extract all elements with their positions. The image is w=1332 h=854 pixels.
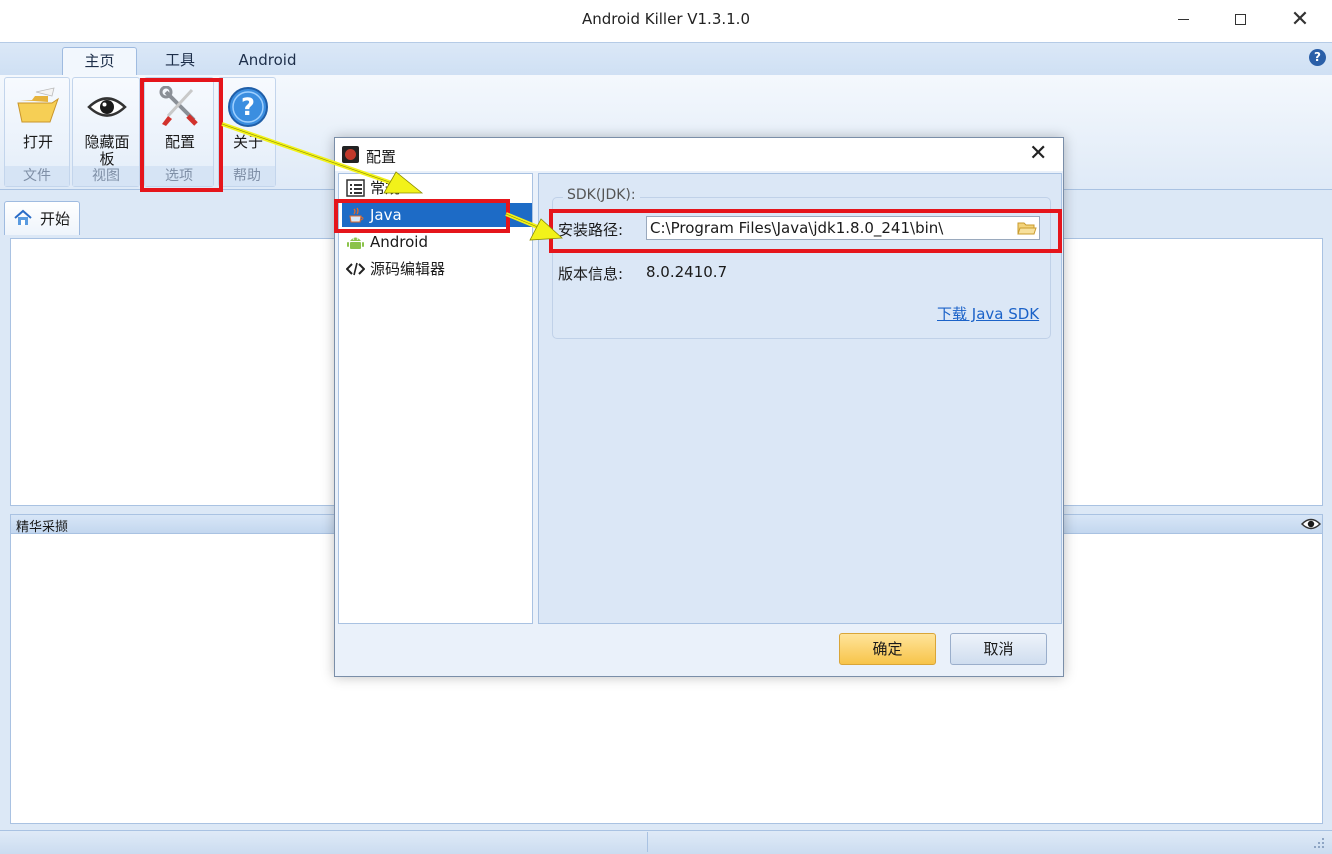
open-button[interactable]: 打开 (10, 86, 66, 151)
nav-item-android-label: Android (370, 233, 428, 251)
app-logo-icon (342, 146, 359, 163)
minimize-icon (1177, 18, 1189, 20)
download-java-sdk-link[interactable]: 下载 Java SDK (937, 303, 1039, 324)
ribbon-tabs: 主页 工具 Android (0, 42, 1332, 76)
nav-item-code-editor[interactable]: 源码编辑器 (342, 257, 532, 281)
group-label-view: 视图 (73, 166, 139, 186)
status-separator (647, 832, 648, 852)
nav-item-android[interactable]: Android (342, 230, 532, 254)
help-question-icon[interactable]: ? (1309, 49, 1326, 66)
highlight-install-path (549, 209, 1062, 253)
highlight-java-nav (334, 199, 510, 233)
highlight-config-button (140, 78, 223, 192)
group-label-help: 帮助 (219, 166, 275, 186)
version-value: 8.0.2410.7 (646, 263, 728, 281)
list-icon (346, 179, 365, 197)
help-icon: ? (228, 87, 268, 127)
window-title: Android Killer V1.3.1.0 (581, 10, 750, 28)
close-icon: ✕ (1290, 6, 1310, 32)
sdk-legend: SDK(JDK): (563, 187, 640, 203)
minimize-button[interactable] (1155, 0, 1211, 38)
open-label: 打开 (22, 133, 53, 151)
ribbon-group-view: 隐藏面板 视图 (72, 77, 140, 187)
ribbon-group-file: 打开 文件 (4, 77, 70, 187)
home-icon (14, 209, 32, 225)
ok-button[interactable]: 确定 (839, 633, 936, 665)
hide-panel-button[interactable]: 隐藏面板 (77, 86, 137, 168)
nav-item-general[interactable]: 常规 (342, 176, 532, 200)
dialog-close-button[interactable]: ✕ (1029, 141, 1047, 166)
maximize-icon (1234, 13, 1246, 25)
tab-start-label: 开始 (40, 210, 71, 228)
hide-panel-label: 隐藏面板 (84, 133, 130, 168)
tab-home[interactable]: 主页 (62, 47, 137, 76)
status-bar (0, 830, 1332, 854)
android-icon (347, 237, 364, 249)
tab-start[interactable]: 开始 (4, 201, 80, 235)
dialog-title-bar: 配置 ✕ (335, 138, 1063, 171)
eye-toggle-icon[interactable] (1301, 517, 1321, 531)
tab-tools[interactable]: 工具 (145, 47, 215, 76)
cancel-button[interactable]: 取消 (950, 633, 1047, 665)
resize-grip-icon[interactable] (1312, 836, 1326, 850)
ribbon-group-help: ? 关于 帮助 (218, 77, 276, 187)
eye-icon (87, 97, 127, 117)
version-label: 版本信息: (558, 265, 624, 283)
nav-item-general-label: 常规 (370, 179, 401, 197)
folder-open-icon (17, 87, 59, 123)
close-button[interactable]: ✕ (1272, 0, 1328, 38)
tab-android[interactable]: Android (225, 47, 310, 76)
about-button[interactable]: ? 关于 (222, 86, 274, 151)
nav-item-code-editor-label: 源码编辑器 (370, 260, 446, 278)
group-label-file: 文件 (5, 166, 69, 186)
code-icon (346, 262, 365, 276)
title-bar: Android Killer V1.3.1.0 ✕ (0, 0, 1332, 42)
about-label: 关于 (232, 133, 263, 151)
svg-text:?: ? (241, 93, 255, 121)
featured-panel-title: 精华采撷 (16, 520, 69, 535)
dialog-title: 配置 (366, 148, 397, 166)
maximize-button[interactable] (1212, 0, 1268, 38)
config-nav-tree: 常规 Java Android 源码编辑器 (338, 173, 533, 624)
